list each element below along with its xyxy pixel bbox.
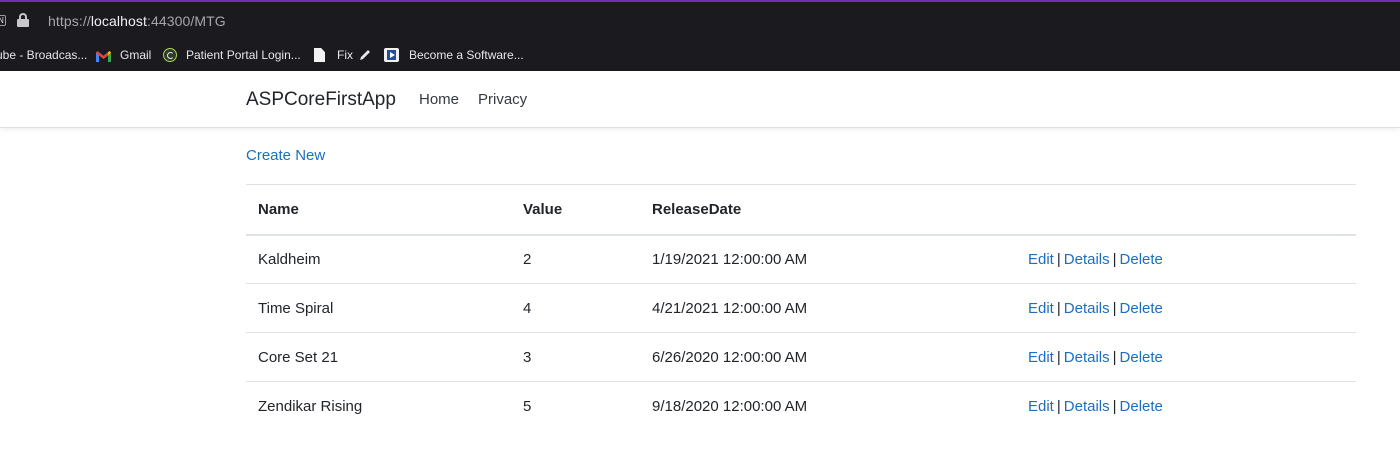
details-link[interactable]: Details bbox=[1064, 349, 1110, 366]
create-new-link[interactable]: Create New bbox=[246, 147, 325, 164]
lock-icon[interactable] bbox=[17, 13, 29, 27]
separator: | bbox=[1056, 299, 1061, 317]
mtg-sets-table: Name Value ReleaseDate Kaldheim 2 1/19/2… bbox=[246, 184, 1356, 431]
bookmark-label: Fix bbox=[337, 48, 353, 62]
separator: | bbox=[1112, 397, 1117, 415]
browser-chrome: N https://localhost:44300/MTG ube - Broa… bbox=[0, 0, 1400, 71]
cell-actions: Edit | Details | Delete bbox=[1016, 234, 1356, 284]
table-row: Kaldheim 2 1/19/2021 12:00:00 AM Edit | De… bbox=[246, 234, 1356, 284]
bookmarks-bar: ube - Broadcas... Gmail Patient Portal L… bbox=[0, 42, 1400, 68]
cell-actions: Edit | Details | Delete bbox=[1016, 283, 1356, 333]
cell-actions: Edit | Details | Delete bbox=[1016, 332, 1356, 382]
bookmark-patient-portal[interactable]: Patient Portal Login... bbox=[163, 46, 301, 64]
nav-privacy-link[interactable]: Privacy bbox=[478, 91, 527, 108]
separator: | bbox=[1112, 348, 1117, 366]
bookmark-fix[interactable]: Fix bbox=[314, 46, 371, 64]
details-link[interactable]: Details bbox=[1064, 251, 1110, 268]
table-row: Core Set 21 3 6/26/2020 12:00:00 AM Edit… bbox=[246, 332, 1356, 382]
pencil-icon bbox=[360, 50, 370, 60]
details-link[interactable]: Details bbox=[1064, 398, 1110, 415]
gmail-icon bbox=[96, 50, 111, 62]
details-link[interactable]: Details bbox=[1064, 300, 1110, 317]
edit-link[interactable]: Edit bbox=[1028, 300, 1054, 317]
separator: | bbox=[1112, 299, 1117, 317]
bookmark-label: ube - Broadcas... bbox=[0, 48, 88, 62]
separator: | bbox=[1056, 348, 1061, 366]
url-path: :44300/MTG bbox=[146, 13, 226, 29]
separator: | bbox=[1056, 397, 1061, 415]
bookmark-label: Become a Software... bbox=[409, 48, 524, 62]
bookmark-label: Gmail bbox=[120, 48, 152, 62]
cell-release-date: 1/19/2021 12:00:00 AM bbox=[640, 234, 1016, 284]
bookmark-youtube[interactable]: ube - Broadcas... bbox=[0, 46, 87, 64]
cell-release-date: 4/21/2021 12:00:00 AM bbox=[640, 283, 1016, 333]
table-row: Time Spiral 4 4/21/2021 12:00:00 AM Edit… bbox=[246, 283, 1356, 333]
delete-link[interactable]: Delete bbox=[1120, 349, 1163, 366]
delete-link[interactable]: Delete bbox=[1120, 300, 1163, 317]
bookmark-gmail[interactable]: Gmail bbox=[96, 46, 151, 64]
cell-name: Time Spiral bbox=[246, 283, 511, 333]
cell-name: Zendikar Rising bbox=[246, 381, 511, 431]
table-header-row: Name Value ReleaseDate bbox=[246, 184, 1356, 236]
url-prefix: https:// bbox=[48, 13, 91, 29]
bookmark-label: Patient Portal Login... bbox=[186, 48, 301, 62]
cell-release-date: 9/18/2020 12:00:00 AM bbox=[640, 381, 1016, 431]
url-host: localhost bbox=[90, 13, 147, 29]
table-row: Zendikar Rising 5 9/18/2020 12:00:00 AM … bbox=[246, 381, 1356, 431]
separator: | bbox=[1056, 250, 1061, 268]
portal-icon bbox=[163, 48, 177, 62]
cell-name: Kaldheim bbox=[246, 234, 511, 284]
header-name: Name bbox=[246, 184, 511, 236]
cell-release-date: 6/26/2020 12:00:00 AM bbox=[640, 332, 1016, 382]
cell-value: 5 bbox=[511, 381, 640, 431]
video-icon bbox=[384, 48, 399, 62]
delete-link[interactable]: Delete bbox=[1120, 251, 1163, 268]
nav-home-link[interactable]: Home bbox=[419, 91, 459, 108]
edit-link[interactable]: Edit bbox=[1028, 349, 1054, 366]
brand-link[interactable]: ASPCoreFirstApp bbox=[246, 89, 396, 111]
header-release-date: ReleaseDate bbox=[640, 184, 1016, 236]
bookmark-become-software[interactable]: Become a Software... bbox=[384, 46, 524, 64]
site-badge-icon: N bbox=[0, 15, 6, 26]
delete-link[interactable]: Delete bbox=[1120, 398, 1163, 415]
separator: | bbox=[1112, 250, 1117, 268]
cell-name: Core Set 21 bbox=[246, 332, 511, 382]
document-icon bbox=[314, 48, 325, 62]
cell-value: 2 bbox=[511, 234, 640, 284]
app-navbar: ASPCoreFirstApp Home Privacy bbox=[0, 71, 1400, 128]
cell-actions: Edit | Details | Delete bbox=[1016, 381, 1356, 431]
edit-link[interactable]: Edit bbox=[1028, 251, 1054, 268]
cell-value: 3 bbox=[511, 332, 640, 382]
cell-value: 4 bbox=[511, 283, 640, 333]
url-text[interactable]: https://localhost:44300/MTG bbox=[48, 13, 226, 29]
header-value: Value bbox=[511, 184, 640, 236]
address-bar[interactable]: N https://localhost:44300/MTG bbox=[0, 2, 1400, 38]
header-actions bbox=[1016, 184, 1356, 236]
edit-link[interactable]: Edit bbox=[1028, 398, 1054, 415]
